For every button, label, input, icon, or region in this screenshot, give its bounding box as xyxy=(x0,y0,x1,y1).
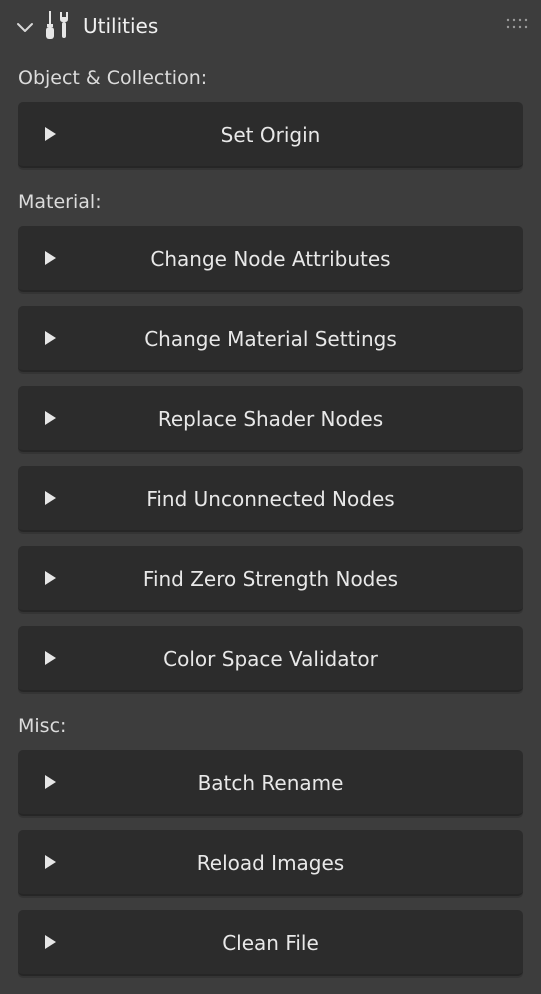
button-label: Clean File xyxy=(222,931,319,955)
screwdriver-wrench-icon xyxy=(46,11,68,39)
section-label-object-collection: Object & Collection: xyxy=(18,67,208,89)
panel-title: Utilities xyxy=(83,14,159,38)
drag-handle-icon[interactable] xyxy=(505,17,529,31)
button-label: Change Material Settings xyxy=(144,327,397,351)
button-label: Batch Rename xyxy=(197,771,344,795)
find-unconnected-nodes-button[interactable]: Find Unconnected Nodes xyxy=(18,466,523,532)
button-label: Reload Images xyxy=(196,851,345,875)
find-zero-strength-nodes-button[interactable]: Find Zero Strength Nodes xyxy=(18,546,523,612)
section-label-misc: Misc: xyxy=(18,715,67,737)
chevron-down-icon[interactable] xyxy=(14,16,36,38)
button-label: Set Origin xyxy=(220,123,321,147)
clean-file-button[interactable]: Clean File xyxy=(18,910,523,976)
reload-images-button[interactable]: Reload Images xyxy=(18,830,523,896)
utilities-panel: Utilities Object & Collection: Set Origi… xyxy=(0,0,541,994)
button-label: Color Space Validator xyxy=(163,647,378,671)
batch-rename-button[interactable]: Batch Rename xyxy=(18,750,523,816)
color-space-validator-button[interactable]: Color Space Validator xyxy=(18,626,523,692)
button-label: Replace Shader Nodes xyxy=(157,407,384,431)
button-label: Find Zero Strength Nodes xyxy=(142,567,399,591)
button-label: Change Node Attributes xyxy=(150,247,391,271)
change-node-attributes-button[interactable]: Change Node Attributes xyxy=(18,226,523,292)
panel-header[interactable]: Utilities xyxy=(0,0,541,52)
replace-shader-nodes-button[interactable]: Replace Shader Nodes xyxy=(18,386,523,452)
section-label-material: Material: xyxy=(18,191,102,213)
change-material-settings-button[interactable]: Change Material Settings xyxy=(18,306,523,372)
set-origin-button[interactable]: Set Origin xyxy=(18,102,523,168)
button-label: Find Unconnected Nodes xyxy=(146,487,395,511)
